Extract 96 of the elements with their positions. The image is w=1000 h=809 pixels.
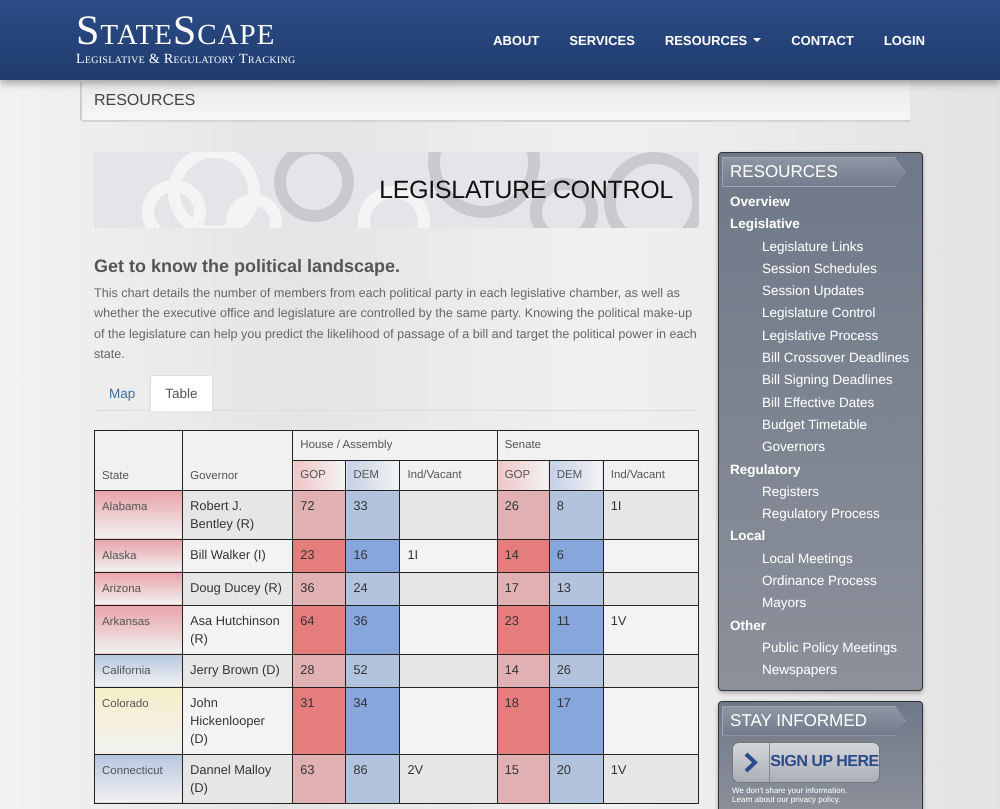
count-cell: 1V: [603, 754, 698, 804]
count-cell: 24: [346, 572, 400, 606]
state-cell: Alabama: [94, 490, 183, 540]
count-cell: 15: [497, 754, 550, 804]
state-cell: Arizona: [94, 572, 183, 606]
count-cell: 18: [497, 687, 550, 754]
count-cell: 33: [346, 490, 400, 540]
privacy-note: We don't share your information. Learn about our privacy policy.: [732, 786, 848, 804]
count-cell: 63: [292, 754, 346, 804]
count-cell: 13: [549, 572, 604, 606]
nav-link[interactable]: RESOURCES: [664, 32, 762, 48]
state-cell: Alaska: [94, 539, 183, 572]
governor-cell: Jerry Brown (D): [182, 654, 293, 688]
sidebar-link[interactable]: Legislature Control: [722, 302, 922, 325]
sidebar-link[interactable]: Bill Crossover Deadlines: [722, 347, 922, 370]
count-cell: 28: [292, 654, 346, 688]
sidebar-link[interactable]: Public Policy Meetings: [722, 636, 922, 660]
sidebar-link[interactable]: Overview: [722, 191, 922, 214]
panel-title: STAY INFORMED: [722, 706, 906, 736]
nav-link[interactable]: SERVICES: [569, 32, 635, 48]
sidebar-link[interactable]: Local: [722, 525, 922, 548]
tab[interactable]: Table: [150, 374, 213, 411]
count-cell: 20: [549, 754, 604, 804]
panel-title: RESOURCES: [722, 157, 906, 187]
column-group-header: Senate: [497, 430, 698, 460]
count-cell: 1I: [603, 490, 698, 540]
count-cell: 64: [292, 605, 346, 654]
sidebar-link[interactable]: Ordinance Process: [722, 570, 922, 592]
column-header: GOP: [292, 460, 346, 490]
state-cell: California: [94, 654, 183, 688]
count-cell: 14: [497, 539, 550, 572]
sidebar-link[interactable]: Legislative Process: [722, 324, 922, 348]
column-group-header: House / Assembly: [292, 430, 498, 460]
column-header: Governor: [182, 430, 293, 490]
sidebar-link[interactable]: Newspapers: [722, 659, 922, 682]
count-cell: 23: [292, 539, 346, 572]
sidebar-link[interactable]: Bill Effective Dates: [722, 392, 922, 414]
state-cell: Colorado: [94, 687, 183, 754]
count-cell: 36: [346, 605, 400, 654]
nav-link[interactable]: LOGIN: [884, 32, 925, 48]
sidebar-link[interactable]: Legislature Links: [722, 236, 922, 258]
count-cell: 26: [549, 654, 604, 688]
sidebar-link[interactable]: Other: [722, 614, 922, 637]
count-cell: 52: [346, 654, 400, 688]
intro-paragraph: This chart details the number of members from each political party in each legislative chamber, as well as whether the executive office and legislature are controlled by the same party. Knowing the political make-up of the legislature can help you predict the likelihood of passage of a bill and target the political power in each state.: [94, 285, 698, 364]
governor-cell: Doug Ducey (R): [182, 572, 293, 606]
count-cell: 23: [497, 605, 550, 654]
section-heading: Get to know the political landscape.: [94, 256, 402, 277]
column-header: State: [94, 430, 183, 490]
tab[interactable]: Map: [94, 374, 150, 411]
sidebar-link[interactable]: Session Schedules: [722, 258, 922, 280]
sidebar-link[interactable]: Budget Timetable: [722, 414, 922, 436]
nav-link[interactable]: ABOUT: [493, 32, 540, 48]
count-cell: 2V: [400, 754, 498, 804]
state-cell: Connecticut: [94, 754, 183, 804]
count-cell: 6: [549, 539, 604, 572]
governor-cell: Asa Hutchinson (R): [182, 605, 293, 654]
sidebar-link[interactable]: Registers: [722, 480, 922, 504]
breadcrumb-bar: RESOURCES: [80, 82, 910, 122]
count-cell: 34: [346, 687, 400, 754]
sign-up-button[interactable]: SIGN UP HERE: [732, 742, 880, 783]
count-cell: 1I: [400, 539, 498, 572]
sidebar-link[interactable]: Session Updates: [722, 280, 922, 302]
sidebar-link[interactable]: Legislative: [722, 213, 922, 236]
count-cell: 8: [549, 490, 604, 540]
sidebar-link[interactable]: Mayors: [722, 592, 922, 615]
sidebar-link[interactable]: Regulatory: [722, 458, 922, 481]
banner-title: LEGISLATURE CONTROL: [379, 176, 673, 205]
count-cell: 86: [346, 754, 400, 804]
governor-cell: Bill Walker (I): [182, 539, 293, 572]
logo-title[interactable]: StateScape: [76, 12, 494, 50]
column-header: Ind/Vacant: [603, 460, 698, 490]
column-header: DEM: [346, 460, 400, 490]
sidebar-link[interactable]: Local Meetings: [722, 548, 922, 570]
governor-cell: John Hickenlooper (D): [182, 687, 293, 754]
logo-subtitle: Legislative & Regulatory Tracking: [76, 52, 297, 68]
count-cell: 11: [549, 605, 604, 654]
count-cell: 26: [497, 490, 550, 540]
sidebar-link[interactable]: Bill Signing Deadlines: [722, 369, 922, 392]
count-cell: 17: [549, 687, 604, 754]
count-cell: 36: [292, 572, 346, 606]
column-header: GOP: [497, 460, 550, 490]
count-cell: 1V: [603, 605, 698, 654]
sidebar-link[interactable]: Governors: [722, 436, 922, 459]
count-cell: 17: [497, 572, 550, 606]
column-header: DEM: [549, 460, 604, 490]
nav-link[interactable]: CONTACT: [791, 32, 854, 48]
column-header: Ind/Vacant: [400, 460, 498, 490]
count-cell: 16: [346, 539, 400, 572]
count-cell: 72: [292, 490, 346, 540]
count-cell: 31: [292, 687, 346, 754]
state-cell: Arkansas: [94, 605, 183, 654]
governor-cell: Dannel Malloy (D): [182, 754, 293, 804]
sidebar-link[interactable]: Regulatory Process: [722, 503, 922, 526]
count-cell: 14: [497, 654, 550, 688]
governor-cell: Robert J. Bentley (R): [182, 490, 293, 540]
